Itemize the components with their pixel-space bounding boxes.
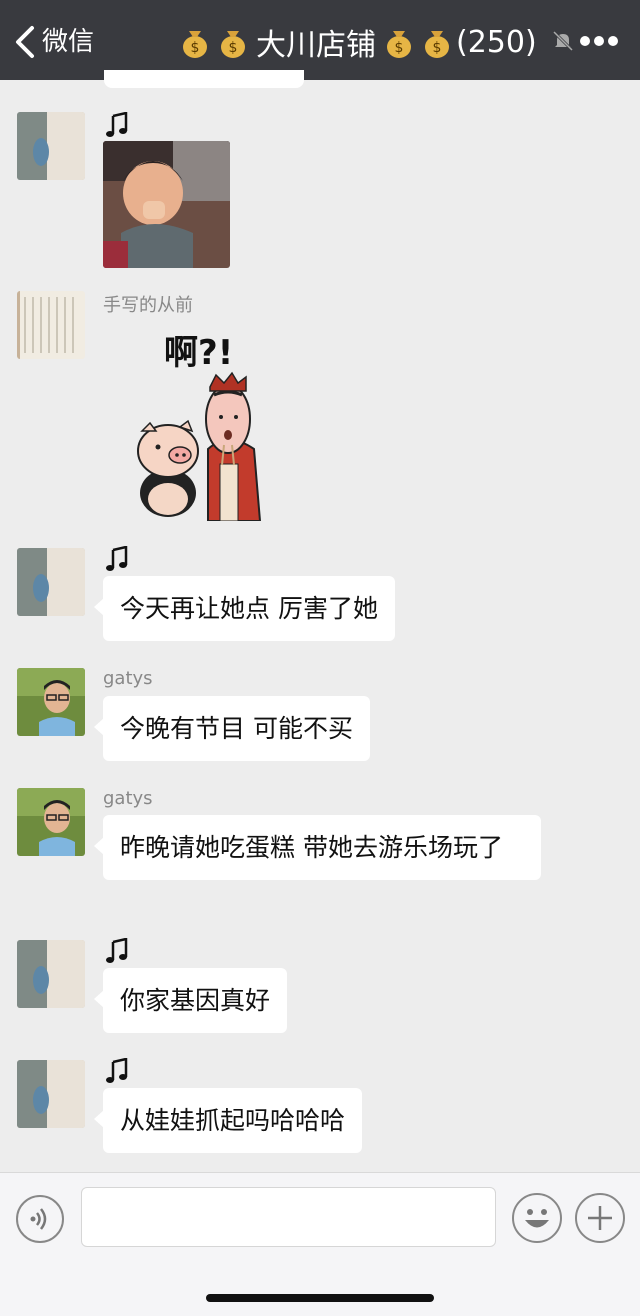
avatar[interactable] [17, 548, 85, 616]
group-name: 大川店铺 [256, 28, 376, 63]
voice-button[interactable] [16, 1195, 64, 1243]
music-note-icon [106, 938, 128, 963]
voice-icon [30, 1208, 47, 1230]
message-bubble[interactable]: 从娃娃抓起吗哈哈哈 [93, 1088, 363, 1153]
money-bag-icon: $ [387, 31, 411, 58]
image-message[interactable] [103, 141, 230, 268]
music-note-icon [106, 112, 128, 137]
input-bar [0, 1172, 640, 1316]
back-label: 微信 [42, 27, 95, 57]
message-bubble[interactable]: 昨晚请她吃蛋糕 带她去游乐场玩了 [94, 815, 541, 880]
emoji-icon [525, 1209, 549, 1228]
avatar[interactable] [17, 940, 85, 1008]
message-bubble[interactable]: 今天再让她点 厉害了她 [94, 576, 395, 641]
home-indicator[interactable] [206, 1294, 434, 1302]
message-bubble[interactable]: 你家基因真好 [93, 968, 288, 1033]
avatar[interactable] [17, 1060, 85, 1128]
avatar[interactable] [17, 668, 85, 736]
svg-text:$: $ [395, 40, 404, 56]
sender-name: gatys [103, 788, 153, 809]
chat-header: 微信 $ $ 大川店铺 $ $ (250) [0, 0, 640, 80]
music-note-icon [106, 1058, 128, 1083]
sticker-text: 啊?! [164, 333, 234, 373]
plus-button[interactable] [575, 1193, 625, 1243]
plus-icon [588, 1206, 612, 1230]
message-input[interactable] [81, 1187, 496, 1247]
sender-name: gatys [103, 668, 153, 689]
money-bag-icon: $ [221, 31, 245, 58]
chat-title[interactable]: $ $ 大川店铺 $ $ (250) [176, 18, 537, 66]
back-button[interactable]: 微信 [14, 18, 94, 66]
emoji-button[interactable] [512, 1193, 562, 1243]
previous-bubble [104, 70, 304, 88]
money-bag-icon: $ [183, 31, 207, 58]
message-bubble[interactable]: 今晚有节目 可能不买 [94, 696, 370, 761]
member-count: (250) [456, 24, 537, 60]
svg-text:$: $ [191, 40, 200, 56]
avatar[interactable] [17, 112, 85, 180]
sticker-message[interactable]: 啊?! [128, 325, 268, 525]
more-icon[interactable] [580, 36, 618, 48]
chevron-left-icon [16, 26, 34, 58]
svg-text:$: $ [229, 40, 238, 56]
avatar[interactable] [17, 788, 85, 856]
money-bag-icon: $ [425, 31, 449, 58]
svg-text:$: $ [433, 40, 442, 56]
mute-icon [552, 30, 574, 52]
music-note-icon [106, 546, 128, 571]
avatar[interactable] [17, 291, 85, 359]
sender-name: 手写的从前 [103, 295, 193, 316]
